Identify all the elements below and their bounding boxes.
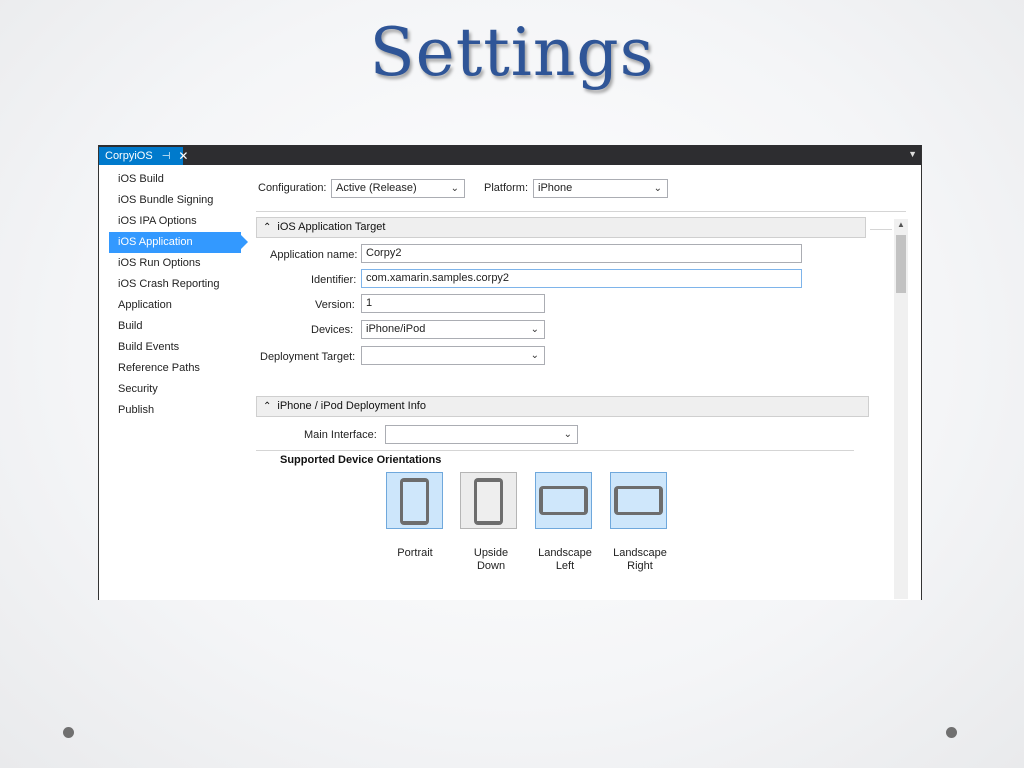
platform-label: Platform: bbox=[484, 182, 529, 194]
platform-select[interactable]: iPhone ⌄ bbox=[533, 179, 668, 198]
nav-item-label: iOS Crash Reporting bbox=[118, 278, 220, 290]
vertical-scrollbar[interactable]: ▲ bbox=[894, 219, 908, 599]
nav-item-ios-bundle-signing[interactable]: iOS Bundle Signing bbox=[109, 190, 241, 211]
identifier-label: Identifier: bbox=[311, 274, 357, 286]
application-name-field[interactable]: Corpy2 bbox=[361, 244, 802, 263]
orientation-portrait-toggle[interactable] bbox=[386, 472, 443, 529]
nav-item-ios-build[interactable]: iOS Build bbox=[109, 169, 241, 190]
label-line: Landscape bbox=[613, 547, 667, 559]
section-title: iOS Application Target bbox=[277, 221, 386, 233]
orientation-upside-down-toggle[interactable] bbox=[460, 472, 517, 529]
nav-item-reference-paths[interactable]: Reference Paths bbox=[109, 358, 241, 379]
selection-arrow-icon bbox=[241, 235, 248, 249]
deployment-target-label: Deployment Target: bbox=[260, 351, 356, 363]
nav-item-ios-ipa-options[interactable]: iOS IPA Options bbox=[109, 211, 241, 232]
portrait-phone-icon bbox=[400, 478, 429, 525]
collapse-caret-icon[interactable]: ⌃ bbox=[263, 222, 271, 233]
nav-item-label: iOS Run Options bbox=[118, 257, 201, 269]
nav-item-label: Application bbox=[118, 299, 172, 311]
configuration-value: Active (Release) bbox=[336, 182, 417, 194]
orientation-landscape-left-label: Landscape Left bbox=[530, 547, 600, 573]
section-iphone-ipod-deployment-info[interactable]: ⌃ iPhone / iPod Deployment Info bbox=[256, 396, 869, 417]
chevron-down-icon: ⌄ bbox=[450, 183, 459, 194]
divider bbox=[256, 450, 854, 451]
devices-label: Devices: bbox=[311, 324, 354, 336]
nav-item-label: Build bbox=[118, 320, 143, 332]
nav-item-label: iOS IPA Options bbox=[118, 215, 197, 227]
label-line: Left bbox=[555, 560, 575, 572]
label-line: Down bbox=[476, 560, 506, 572]
main-interface-select[interactable]: ⌄ bbox=[385, 425, 578, 444]
chevron-down-icon: ⌄ bbox=[563, 429, 572, 440]
nav-item-ios-run-options[interactable]: iOS Run Options bbox=[109, 253, 241, 274]
section-title: iPhone / iPod Deployment Info bbox=[277, 400, 426, 412]
upside-down-phone-icon bbox=[474, 478, 503, 525]
project-properties-window: CorpyiOS ⊣ ✕ ▼ iOS Build iOS Bundle Sign… bbox=[98, 145, 922, 600]
nav-item-ios-application[interactable]: iOS Application bbox=[109, 232, 248, 253]
nav-item-publish[interactable]: Publish bbox=[109, 400, 241, 421]
divider bbox=[256, 211, 906, 212]
scrollbar-thumb[interactable] bbox=[896, 235, 906, 293]
document-tab-bar: CorpyiOS ⊣ ✕ ▼ bbox=[99, 145, 921, 165]
divider bbox=[870, 229, 892, 230]
identifier-field[interactable]: com.xamarin.samples.corpy2 bbox=[361, 269, 802, 288]
platform-value: iPhone bbox=[538, 182, 573, 194]
nav-item-label: Reference Paths bbox=[118, 362, 200, 374]
version-label: Version: bbox=[315, 299, 355, 311]
nav-item-label: Build Events bbox=[118, 341, 180, 353]
configuration-label: Configuration: bbox=[258, 182, 327, 194]
configuration-select[interactable]: Active (Release) ⌄ bbox=[331, 179, 465, 198]
chevron-down-icon: ⌄ bbox=[530, 350, 539, 361]
deployment-target-select[interactable]: ⌄ bbox=[361, 346, 545, 365]
scroll-up-arrow-icon[interactable]: ▲ bbox=[894, 220, 908, 229]
nav-item-ios-crash-reporting[interactable]: iOS Crash Reporting bbox=[109, 274, 241, 295]
slide-title: Settings bbox=[369, 14, 655, 91]
chevron-down-icon: ⌄ bbox=[653, 183, 662, 194]
tab-title: CorpyiOS bbox=[105, 150, 153, 162]
landscape-right-phone-icon bbox=[614, 486, 663, 515]
orientation-landscape-right-label: Landscape Right bbox=[605, 547, 675, 573]
orientation-upside-down-label: Upside Down bbox=[456, 547, 526, 573]
orientation-landscape-right-toggle[interactable] bbox=[610, 472, 667, 529]
main-interface-label: Main Interface: bbox=[304, 429, 377, 441]
slide-bullet-dot-right bbox=[946, 727, 957, 738]
nav-item-label: iOS Build bbox=[118, 173, 164, 185]
nav-item-security[interactable]: Security bbox=[109, 379, 241, 400]
settings-nav: iOS Build iOS Bundle Signing iOS IPA Opt… bbox=[109, 169, 248, 421]
pin-icon[interactable]: ⊣ bbox=[162, 151, 171, 162]
dropdown-triangle-icon[interactable]: ▼ bbox=[908, 149, 917, 159]
collapse-caret-icon[interactable]: ⌃ bbox=[263, 401, 271, 412]
nav-item-label: Publish bbox=[118, 404, 155, 416]
label-line: Landscape bbox=[538, 547, 592, 559]
nav-item-label: Security bbox=[118, 383, 158, 395]
chevron-down-icon: ⌄ bbox=[530, 324, 539, 335]
orientation-landscape-left-toggle[interactable] bbox=[535, 472, 592, 529]
devices-value: iPhone/iPod bbox=[366, 323, 426, 335]
label-line: Upside bbox=[473, 547, 509, 559]
nav-item-label: iOS Application bbox=[118, 236, 193, 248]
close-icon[interactable]: ✕ bbox=[178, 149, 188, 163]
section-ios-application-target[interactable]: ⌃ iOS Application Target bbox=[256, 217, 866, 238]
nav-item-label: iOS Bundle Signing bbox=[118, 194, 214, 206]
version-field[interactable]: 1 bbox=[361, 294, 545, 313]
landscape-left-phone-icon bbox=[539, 486, 588, 515]
nav-item-build[interactable]: Build bbox=[109, 316, 241, 337]
orientation-portrait-label: Portrait bbox=[380, 547, 450, 560]
application-name-label: Application name: bbox=[270, 249, 358, 261]
slide-bullet-dot-left bbox=[63, 727, 74, 738]
nav-item-application[interactable]: Application bbox=[109, 295, 241, 316]
tab-corpyios[interactable]: CorpyiOS ⊣ ✕ bbox=[99, 147, 188, 165]
nav-item-build-events[interactable]: Build Events bbox=[109, 337, 241, 358]
label-line: Right bbox=[627, 560, 653, 572]
devices-select[interactable]: iPhone/iPod ⌄ bbox=[361, 320, 545, 339]
orientations-title: Supported Device Orientations bbox=[280, 454, 442, 466]
label-line: Portrait bbox=[397, 547, 433, 559]
